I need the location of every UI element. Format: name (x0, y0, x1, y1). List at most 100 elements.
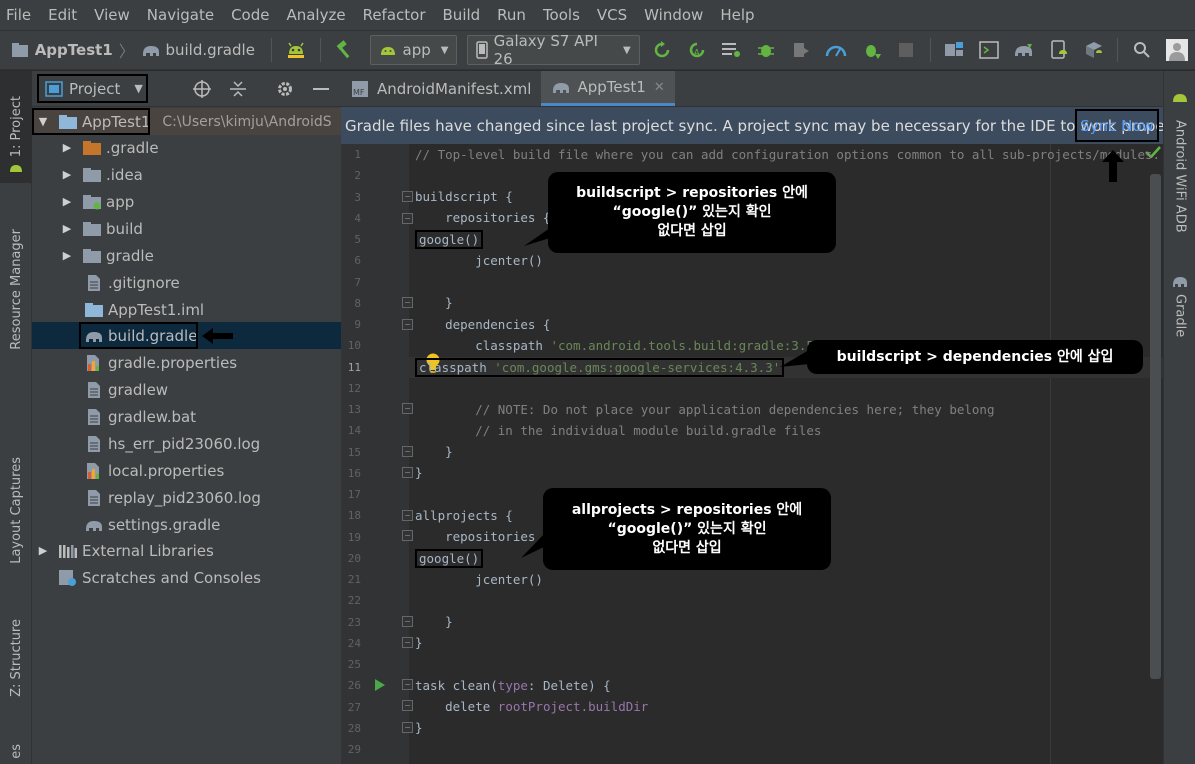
sync-gradle-icon[interactable] (1013, 39, 1035, 61)
tree-root-apptest1[interactable]: ▼ AppTest1 C:\Users\kimju\AndroidS (32, 108, 341, 135)
fold-marker-icon[interactable]: − (402, 637, 413, 648)
menu-view[interactable]: View (92, 6, 132, 24)
tab-structure[interactable]: Z: Structure (0, 603, 32, 713)
collapse-all-icon[interactable] (228, 79, 248, 99)
tree-item-gradle-properties[interactable]: gradle.properties (32, 349, 341, 376)
tree-item-scratches[interactable]: Scratches and Consoles (32, 564, 341, 591)
expand-arrow-icon[interactable]: ▶ (60, 222, 74, 235)
android-sync-icon[interactable] (285, 39, 307, 61)
fold-marker-icon[interactable]: − (402, 700, 413, 711)
fold-marker-icon[interactable]: − (402, 467, 413, 478)
fold-marker-icon[interactable]: − (402, 510, 413, 521)
tree-item-dot-gradle[interactable]: ▶ .gradle (32, 134, 341, 161)
tree-item-gradlew-bat[interactable]: gradlew.bat (32, 403, 341, 430)
callout-pointer (521, 532, 547, 564)
tree-item-label: hs_err_pid23060.log (108, 434, 261, 453)
line-number: 14 (347, 424, 361, 438)
search-icon[interactable] (1131, 39, 1152, 61)
breadcrumb-separator: 〉 (118, 42, 135, 61)
debugger-attach-bug-icon[interactable] (861, 39, 882, 61)
expand-arrow-icon[interactable]: ▶ (36, 544, 50, 557)
fold-marker-icon[interactable]: − (402, 530, 413, 541)
editor-scrollbar[interactable] (1150, 174, 1161, 679)
hammer-build-icon[interactable] (334, 39, 355, 61)
tree-item-idea[interactable]: ▶ .idea (32, 161, 341, 188)
tree-item-build[interactable]: ▶ build (32, 215, 341, 242)
fold-marker-icon[interactable]: − (402, 297, 413, 308)
sdk-manager-icon[interactable] (1084, 39, 1105, 61)
tree-item-gradle[interactable]: ▶ gradle (32, 242, 341, 269)
tree-item-local-properties[interactable]: local.properties (32, 457, 341, 484)
fold-marker-icon[interactable]: − (402, 722, 413, 733)
project-view-select[interactable]: Project ▼ (37, 74, 148, 103)
tree-item-iml[interactable]: AppTest1.iml (32, 296, 341, 323)
expand-arrow-icon[interactable]: ▶ (60, 168, 74, 181)
project-structure-icon[interactable] (944, 39, 965, 61)
attach-debugger-icon[interactable] (790, 39, 811, 61)
terminal-icon[interactable] (978, 39, 999, 61)
fold-marker-icon[interactable]: − (402, 446, 413, 457)
device-select[interactable]: Galaxy S7 API 26 ▼ (467, 32, 640, 68)
tab-apptest1[interactable]: AppTest1 ✕ (541, 71, 675, 106)
debug-bug-icon[interactable] (756, 39, 777, 61)
expand-arrow-icon[interactable]: ▶ (60, 141, 74, 154)
fold-marker-icon[interactable]: − (402, 403, 413, 414)
menu-build[interactable]: Build (441, 6, 483, 24)
menu-navigate[interactable]: Navigate (145, 6, 216, 24)
tree-item-replay-log[interactable]: replay_pid23060.log (32, 484, 341, 511)
menu-edit[interactable]: Edit (46, 6, 79, 24)
fold-marker-icon[interactable]: − (402, 319, 413, 330)
tree-item-gradlew[interactable]: gradlew (32, 376, 341, 403)
menu-refactor[interactable]: Refactor (361, 6, 428, 24)
tab-android-manifest[interactable]: MF AndroidManifest.xml (341, 71, 541, 106)
fold-marker-icon[interactable]: − (402, 191, 413, 202)
fold-marker-icon[interactable]: − (402, 213, 413, 224)
tab-favorites[interactable]: es (0, 739, 32, 764)
tree-item-build-gradle[interactable]: build.gradle (32, 322, 341, 349)
menu-help[interactable]: Help (718, 6, 756, 24)
locate-crosshair-icon[interactable] (192, 79, 212, 99)
fold-marker-icon[interactable]: − (402, 616, 413, 627)
callout-line: “google()” 있는지 확인 (612, 204, 772, 220)
stop-icon[interactable] (896, 39, 917, 61)
fold-marker-icon[interactable]: − (402, 679, 413, 690)
menu-code[interactable]: Code (229, 6, 271, 24)
menu-vcs[interactable]: VCS (595, 6, 629, 24)
expand-arrow-icon[interactable]: ▶ (60, 195, 74, 208)
menu-window[interactable]: Window (642, 6, 705, 24)
tab-layout-captures[interactable]: Layout Captures (0, 435, 32, 585)
gear-icon[interactable] (275, 79, 295, 99)
close-icon[interactable]: ✕ (654, 80, 665, 95)
menu-file[interactable]: File (4, 6, 33, 24)
run-gutter-icon[interactable] (374, 678, 386, 696)
toolbar-separator (929, 38, 931, 62)
menu-analyze[interactable]: Analyze (284, 6, 347, 24)
text-file-icon (84, 381, 104, 399)
tree-item-settings-gradle[interactable]: settings.gradle (32, 511, 341, 538)
apply-code-changes-icon[interactable]: A (686, 39, 707, 61)
avd-manager-icon[interactable] (1049, 39, 1070, 61)
code-line-24: } (415, 635, 423, 650)
profiler-gauge-icon[interactable] (825, 39, 847, 61)
tab-resource-manager[interactable]: Resource Manager (0, 209, 32, 369)
minimize-icon[interactable] (311, 79, 331, 99)
breadcrumb-project[interactable]: AppTest1 (35, 41, 113, 59)
tab-android-wifi-adb[interactable]: Android WiFi ADB (1164, 109, 1195, 244)
user-avatar-icon[interactable] (1165, 39, 1188, 61)
sync-now-link[interactable]: Sync Now (1075, 109, 1159, 142)
run-config-select[interactable]: app ▼ (369, 35, 458, 65)
menu-tools[interactable]: Tools (541, 6, 582, 24)
logcat-list-icon[interactable] (721, 39, 742, 61)
tab-gradle[interactable]: Gradle (1164, 291, 1195, 341)
expand-arrow-icon[interactable]: ▶ (60, 249, 74, 262)
tree-item-hs-err-log[interactable]: hs_err_pid23060.log (32, 430, 341, 457)
apply-changes-icon[interactable] (652, 39, 673, 61)
right-margin-guide (1050, 144, 1051, 764)
menu-run[interactable]: Run (495, 6, 528, 24)
breadcrumb-file[interactable]: build.gradle (165, 41, 254, 59)
tree-item-external-libraries[interactable]: ▶ External Libraries (32, 537, 341, 564)
callout-line: “google()” 있는지 확인 (607, 520, 767, 537)
tree-item-app[interactable]: ▶ app (32, 188, 341, 215)
tree-item-gitignore[interactable]: .gitignore (32, 269, 341, 296)
code-token: : Delete) { (527, 678, 611, 693)
